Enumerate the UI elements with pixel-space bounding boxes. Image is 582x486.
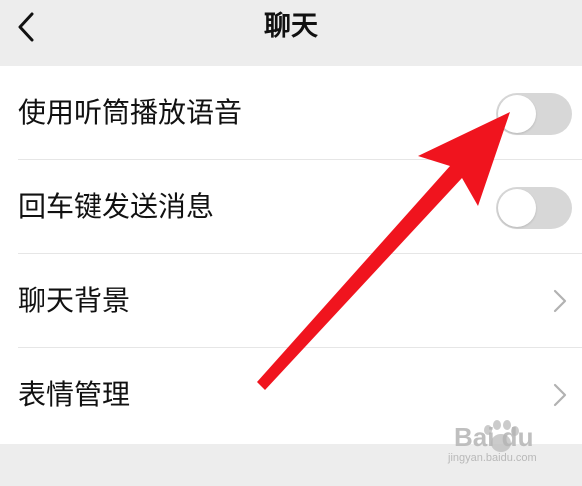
nav-bar: 聊天 bbox=[0, 0, 582, 58]
setting-label: 表情管理 bbox=[18, 378, 131, 411]
setting-row-earpiece-playback[interactable]: 使用听筒播放语音 bbox=[0, 66, 582, 160]
setting-row-chat-background[interactable]: 聊天背景 bbox=[0, 254, 582, 348]
toggle-knob bbox=[498, 189, 536, 227]
setting-label: 回车键发送消息 bbox=[18, 190, 215, 223]
setting-label: 使用听筒播放语音 bbox=[18, 96, 243, 129]
page-title: 聊天 bbox=[264, 11, 318, 42]
setting-row-enter-to-send[interactable]: 回车键发送消息 bbox=[0, 160, 582, 254]
watermark-subtext: jingyan.baidu.com bbox=[448, 452, 537, 464]
watermark-text: Bai du bbox=[454, 422, 534, 452]
setting-label: 聊天背景 bbox=[18, 284, 131, 317]
watermark: Bai du jingyan.baidu.com bbox=[440, 418, 576, 468]
earpiece-playback-toggle[interactable] bbox=[496, 93, 572, 135]
settings-list: 使用听筒播放语音 回车键发送消息 聊天背景 表情管理 bbox=[0, 66, 582, 444]
chevron-right-icon bbox=[553, 383, 567, 407]
chevron-right-icon bbox=[553, 289, 567, 313]
toggle-knob bbox=[498, 95, 536, 133]
enter-to-send-toggle[interactable] bbox=[496, 187, 572, 229]
